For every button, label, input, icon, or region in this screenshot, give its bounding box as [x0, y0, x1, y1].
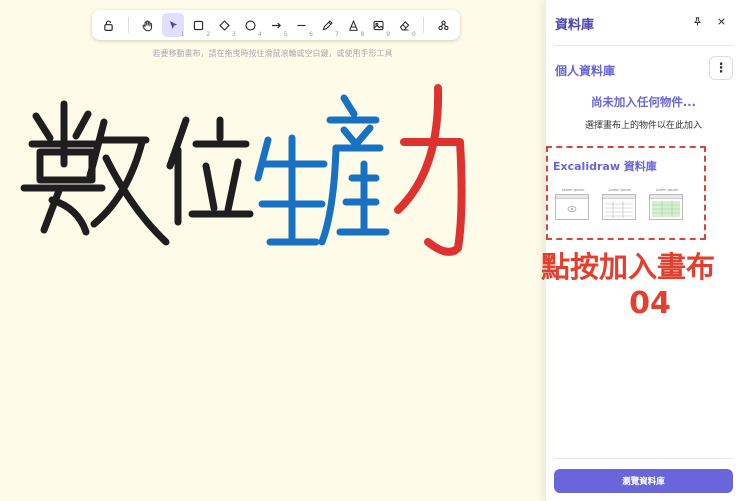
library-title: 資料庫: [555, 18, 595, 33]
shortcut-key: 6: [309, 31, 313, 38]
annotation-text: 點按加入畫布: [540, 250, 715, 284]
eye-icon: [567, 206, 577, 212]
shortcut-key: 9: [386, 31, 391, 38]
browse-libraries-button[interactable]: 瀏覽資料庫: [554, 469, 733, 493]
library-item[interactable]: Lorem ipsum: [602, 188, 636, 220]
toolbar: 1 2 3 4 5 6 7 8 9 0: [92, 10, 460, 40]
pin-icon[interactable]: [689, 13, 705, 29]
shortcut-key: 0: [411, 31, 416, 38]
annotation-step-number: 04: [629, 286, 671, 321]
empty-library-title: 尚未加入任何物件...: [590, 95, 697, 109]
footer-divider: [554, 458, 733, 459]
library-item-caption: Lorem ipsum: [608, 188, 632, 192]
close-icon[interactable]: [713, 13, 729, 29]
text-icon[interactable]: 8: [342, 13, 365, 38]
canvas-hint: 若要移動畫布，請在拖曳時按住滑鼠滾輪或空白鍵，或使用手形工具: [152, 49, 393, 58]
excalidraw-library-title: Excalidraw 資料庫: [553, 160, 657, 173]
shortcut-key: 1: [180, 31, 185, 38]
shortcut-key: 7: [334, 31, 339, 38]
library-item-caption: Lorem ipsum: [655, 188, 679, 192]
more-icon: ⋮: [714, 60, 728, 76]
pointer-icon[interactable]: 1: [161, 13, 185, 38]
library-item[interactable]: Lorem ipsum: [649, 188, 683, 220]
rectangle-icon[interactable]: 2: [188, 13, 211, 38]
ellipse-icon[interactable]: 4: [239, 13, 262, 38]
toolbar-divider: [127, 17, 129, 33]
library-item-caption: Lorem ipsum: [561, 188, 585, 192]
shortcut-key: 2: [206, 31, 211, 38]
diamond-icon[interactable]: 3: [213, 13, 236, 38]
divider: [554, 45, 733, 46]
library-item[interactable]: Lorem ipsum: [555, 188, 589, 220]
eraser-icon[interactable]: 0: [393, 13, 416, 38]
hand-icon[interactable]: [136, 13, 159, 37]
image-icon[interactable]: 9: [368, 13, 391, 38]
shortcut-key: 5: [283, 31, 288, 38]
drawing-canvas[interactable]: 1 2 3 4 5 6 7 8 9 0 若要移動畫布，請在拖曳時按住滑鼠滾輪或空…: [0, 0, 545, 501]
pencil-icon[interactable]: 7: [316, 13, 339, 38]
more-options-button[interactable]: ⋮: [709, 56, 733, 80]
shortcut-key: 3: [232, 31, 236, 38]
shortcut-key: 4: [257, 31, 262, 38]
handwritten-drawing[interactable]: [0, 80, 545, 280]
table-thumbnail-icon: [605, 201, 633, 218]
toolbar-divider: [423, 17, 425, 33]
empty-library-subtitle: 選擇畫布上的物件以在此加入: [584, 121, 702, 131]
shapes-icon[interactable]: [432, 13, 455, 37]
arrow-icon[interactable]: 5: [265, 13, 288, 38]
line-icon[interactable]: 6: [290, 13, 313, 38]
lock-icon[interactable]: [98, 13, 121, 37]
shortcut-key: 8: [360, 31, 365, 38]
grid-thumbnail-icon: [652, 201, 680, 217]
personal-library-title: 個人資料庫: [555, 64, 616, 78]
